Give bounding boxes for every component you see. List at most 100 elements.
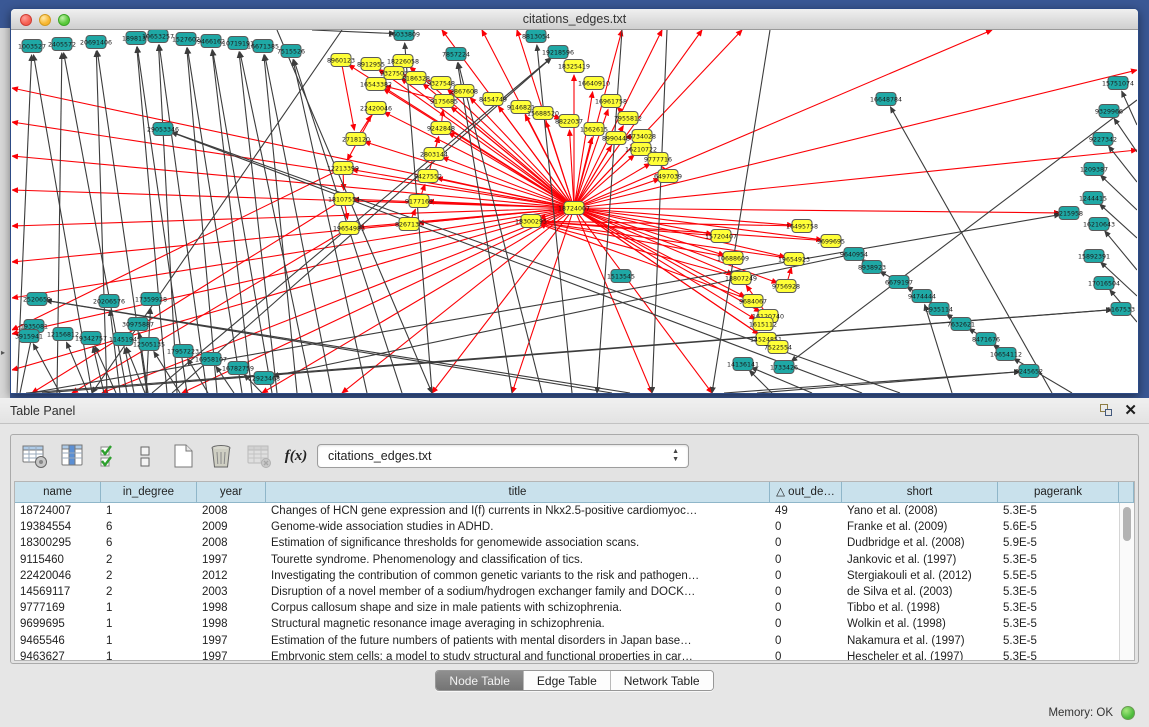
float-panel-icon[interactable] xyxy=(1100,404,1113,417)
table-row[interactable]: 946554611997Estimation of the future num… xyxy=(15,633,1134,649)
graph-node-9474444[interactable]: 9474444 xyxy=(908,290,936,303)
graph-node-10654112[interactable]: 10654112 xyxy=(990,348,1022,361)
graph-node-19218596[interactable]: 19218596 xyxy=(542,46,574,59)
close-panel-icon[interactable]: ✕ xyxy=(1124,401,1137,419)
scrollbar-thumb[interactable] xyxy=(1123,507,1131,541)
graph-node-2935114[interactable]: 2935114 xyxy=(925,303,953,316)
graph-node-9177169[interactable]: 9177169 xyxy=(405,195,433,208)
graph-node-19654923[interactable]: 19654923 xyxy=(778,253,810,266)
graph-node-9756928[interactable]: 9756928 xyxy=(772,280,800,293)
graph-node-8454749[interactable]: 8454749 xyxy=(479,93,507,106)
graph-node-16961758[interactable]: 16961758 xyxy=(595,95,627,108)
network-view-window[interactable]: citations_edges.txt 18724007896012389129… xyxy=(10,8,1139,394)
graph-node-6679197[interactable]: 6679197 xyxy=(885,276,913,289)
column-visibility-icon[interactable] xyxy=(59,442,87,470)
column-header-title[interactable]: title xyxy=(266,482,770,503)
window-titlebar[interactable]: citations_edges.txt xyxy=(11,9,1138,30)
graph-node-1003527[interactable]: 1003527 xyxy=(18,40,46,53)
graph-node-1244415[interactable]: 1244415 xyxy=(1079,192,1107,205)
column-header-short[interactable]: short xyxy=(842,482,998,503)
graph-node-6497039[interactable]: 6497039 xyxy=(654,170,682,183)
graph-node-1167533[interactable]: 1167533 xyxy=(1107,303,1135,316)
graph-node-9245652[interactable]: 9245652 xyxy=(1015,365,1043,378)
delete-column-icon[interactable] xyxy=(207,442,235,470)
function-builder-icon[interactable]: f(x) xyxy=(281,442,311,470)
graph-node-18325419[interactable]: 18325419 xyxy=(558,60,590,73)
table-row[interactable]: 2242004622012Investigating the contribut… xyxy=(15,568,1134,584)
graph-node-7857224[interactable]: 7857224 xyxy=(442,48,470,61)
graph-node-16495758[interactable]: 16495758 xyxy=(786,220,818,233)
graph-node-1513545[interactable]: 1513545 xyxy=(607,270,635,283)
graph-node-8960123[interactable]: 8960123 xyxy=(327,54,355,67)
graph-node-20691406[interactable]: 20691406 xyxy=(80,36,112,49)
graph-node-1615112[interactable]: 1615112 xyxy=(749,318,777,331)
tab-edge-table[interactable]: Edge Table xyxy=(523,671,610,690)
graph-node-17016504[interactable]: 17016504 xyxy=(1088,277,1120,290)
column-header-in_degree[interactable]: in_degree xyxy=(101,482,197,503)
graph-node-9242848[interactable]: 9242848 xyxy=(427,122,455,135)
unselect-rows-icon[interactable] xyxy=(131,442,159,470)
table-row[interactable]: 946362711997Embryonic stem cells: a mode… xyxy=(15,649,1134,661)
graph-node-8813054[interactable]: 8813054 xyxy=(522,30,550,43)
graph-node-8267130[interactable]: 8267130 xyxy=(395,218,423,231)
table-row[interactable]: 977716911998Corpus callosum shape and si… xyxy=(15,600,1134,616)
table-row[interactable]: 1938455462009Genome-wide association stu… xyxy=(15,519,1134,535)
table-settings-icon[interactable] xyxy=(21,442,49,470)
graph-node-16210643[interactable]: 16210643 xyxy=(1083,218,1115,231)
graph-node-19654983[interactable]: 19654983 xyxy=(333,222,365,235)
graph-node-8912955[interactable]: 8912955 xyxy=(357,58,385,71)
graph-node-22420046[interactable]: 22420046 xyxy=(360,102,392,115)
graph-node-7955812[interactable]: 7955812 xyxy=(614,112,642,125)
graph-node-9466162[interactable]: 9466162 xyxy=(197,35,225,48)
graph-node-2405572[interactable]: 2405572 xyxy=(48,38,76,51)
graph-node-9175685[interactable]: 9175685 xyxy=(430,95,458,108)
graph-node-2520659[interactable]: 2520659 xyxy=(23,293,51,306)
graph-node-1733426[interactable]: 1733426 xyxy=(770,361,798,374)
graph-node-6734028[interactable]: 6734028 xyxy=(628,130,656,143)
column-header-name[interactable]: name xyxy=(15,482,101,503)
network-canvas[interactable]: 1872400789601238912955182260589327503165… xyxy=(12,30,1137,393)
graph-node-1209387[interactable]: 1209387 xyxy=(1080,163,1108,176)
column-header-year[interactable]: year xyxy=(197,482,266,503)
graph-node-8186328[interactable]: 8186328 xyxy=(402,72,430,85)
graph-node-3915941[interactable]: 3915941 xyxy=(15,330,43,343)
table-row[interactable]: 1872400712008Changes of HCN gene express… xyxy=(15,503,1134,519)
graph-node-7632621[interactable]: 7632621 xyxy=(947,318,975,331)
select-all-icon[interactable] xyxy=(97,442,125,470)
graph-node-9227342[interactable]: 9227342 xyxy=(1089,133,1117,146)
table-selector-dropdown[interactable]: citations_edges.txt ▲▼ xyxy=(317,444,689,468)
citation-network-graph[interactable]: 1872400789601238912955182260589327503165… xyxy=(12,30,1137,393)
graph-node-1527602[interactable]: 1527602 xyxy=(172,33,200,46)
column-header-pagerank[interactable]: pagerank xyxy=(998,482,1119,503)
table-row[interactable]: 911546021997Tourette syndrome. Phenomeno… xyxy=(15,552,1134,568)
table-row[interactable]: 969969511998Structural magnetic resonanc… xyxy=(15,616,1134,632)
graph-node-2803144[interactable]: 2803144 xyxy=(420,148,448,161)
graph-node-19342757[interactable]: 19342757 xyxy=(75,332,107,345)
graph-node-1362615[interactable]: 1362615 xyxy=(580,123,608,136)
graph-node-9684067[interactable]: 9684067 xyxy=(739,295,767,308)
graph-node-8938923[interactable]: 8938923 xyxy=(858,261,886,274)
graph-node-8215958[interactable]: 8215958 xyxy=(1055,207,1083,220)
graph-node-8471676[interactable]: 8471676 xyxy=(972,333,1000,346)
graph-node-9329966[interactable]: 9329966 xyxy=(1095,105,1123,118)
graph-node-12505135[interactable]: 12505135 xyxy=(133,338,165,351)
graph-node-7515526[interactable]: 7515526 xyxy=(277,45,305,58)
graph-node-15892391[interactable]: 15892391 xyxy=(1078,250,1110,263)
table-row[interactable]: 1830029562008Estimation of significance … xyxy=(15,535,1134,551)
graph-node-18107554[interactable]: 18107554 xyxy=(328,193,360,206)
tab-network-table[interactable]: Network Table xyxy=(610,671,713,690)
table-panel-header[interactable]: Table Panel ✕ xyxy=(0,398,1149,424)
graph-node-9777716[interactable]: 9777716 xyxy=(644,153,672,166)
column-header-out_de[interactable]: △ out_de… xyxy=(770,482,842,503)
graph-node-8990448[interactable]: 8990448 xyxy=(602,132,630,145)
graph-node-16033809[interactable]: 16033809 xyxy=(388,30,420,41)
graph-node-12213399[interactable]: 12213399 xyxy=(327,162,359,175)
graph-node-9427552[interactable]: 9427552 xyxy=(414,170,442,183)
tab-node-table[interactable]: Node Table xyxy=(436,671,523,690)
memory-status-icon[interactable] xyxy=(1121,706,1135,720)
graph-node-18226058[interactable]: 18226058 xyxy=(387,55,419,68)
graph-node-7522554[interactable]: 7522554 xyxy=(764,341,792,354)
graph-node-15751074[interactable]: 15751074 xyxy=(1102,77,1134,90)
graph-node-2718120[interactable]: 2718120 xyxy=(342,133,370,146)
graph-node-20206576[interactable]: 20206576 xyxy=(93,295,125,308)
